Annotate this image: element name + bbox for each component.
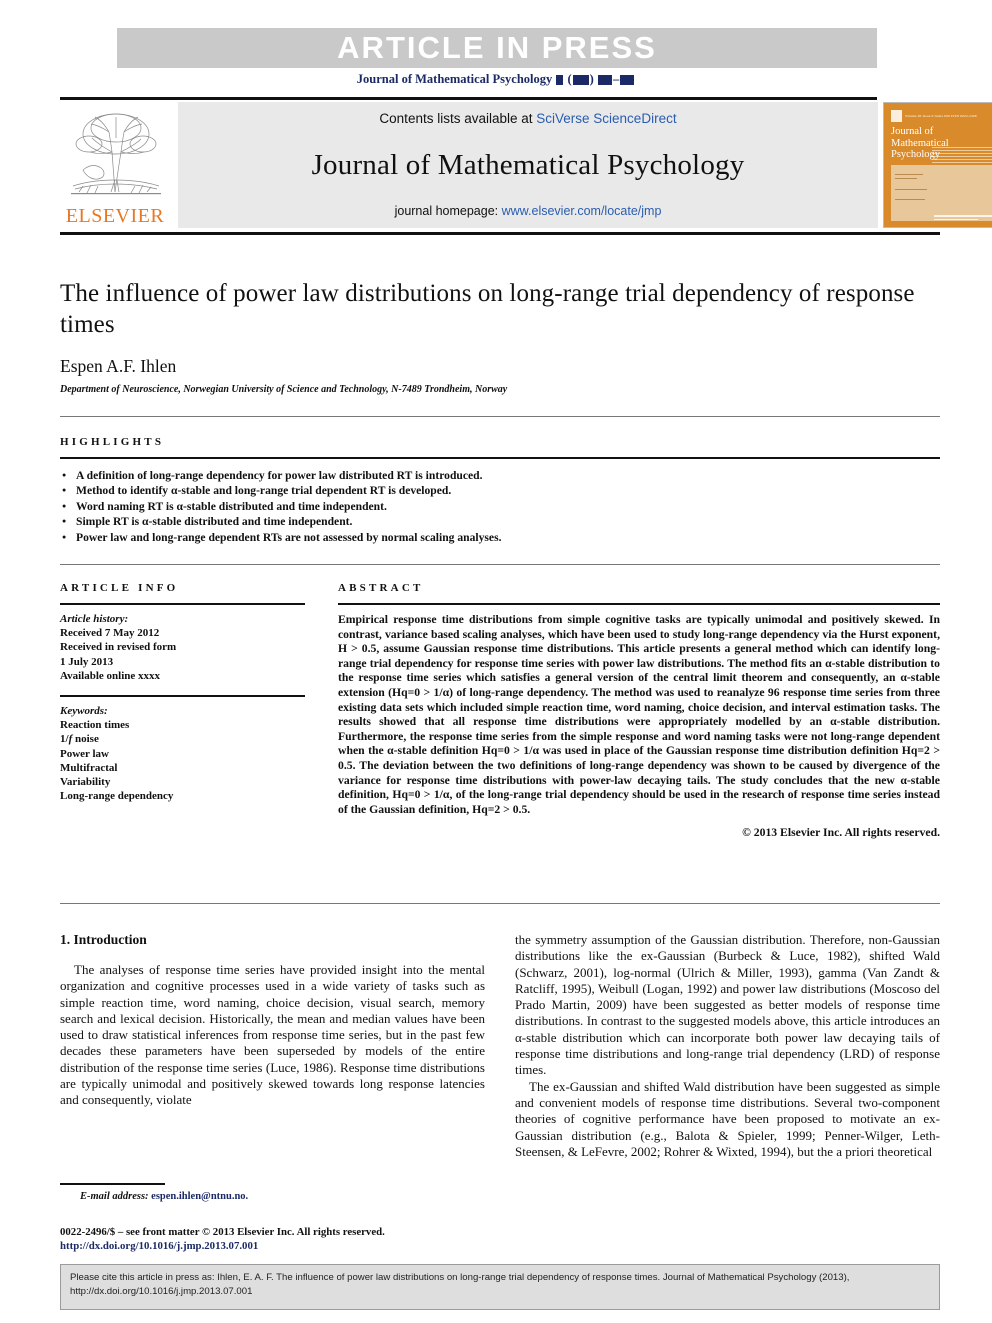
list-item: A definition of long-range dependency fo… (60, 468, 940, 484)
section-heading-introduction: 1. Introduction (60, 932, 147, 947)
list-item: Simple RT is α-stable distributed and ti… (60, 514, 940, 530)
author-affiliation: Department of Neuroscience, Norwegian Un… (60, 384, 508, 395)
abstract-copyright: © 2013 Elsevier Inc. All rights reserved… (742, 826, 940, 840)
cover-footer-lines (934, 215, 992, 222)
contents-prefix: Contents lists available at (379, 111, 537, 126)
keyword-item: Reaction times (60, 719, 130, 732)
abstract-text: Empirical response time distributions fr… (338, 613, 940, 816)
highlights-list: A definition of long-range dependency fo… (60, 468, 940, 545)
page-title: The influence of power law distributions… (60, 280, 915, 338)
masthead-top-rule (60, 97, 877, 100)
history-item: Available online xxxx (60, 669, 161, 682)
keyword-item: 1/f noise (60, 733, 99, 746)
article-in-press-banner: ARTICLE IN PRESS (117, 28, 877, 68)
issn-line: 0022-2496/$ – see front matter © 2013 El… (60, 1226, 385, 1238)
body-column-left: 1. Introduction The analyses of response… (60, 932, 485, 1109)
contents-available-line: Contents lists available at SciVerse Sci… (379, 111, 676, 126)
body-column-right: the symmetry assumption of the Gaussian … (515, 932, 940, 1160)
list-item: Method to identify α-stable and long-ran… (60, 483, 940, 499)
cover-elsevier-icon (891, 109, 902, 122)
paper-page: ARTICLE IN PRESS Journal of Mathematical… (0, 0, 992, 1323)
homepage-prefix: journal homepage: (394, 204, 502, 218)
journal-title: Journal of Mathematical Psychology (311, 148, 745, 181)
article-in-press-label: ARTICLE IN PRESS (337, 30, 657, 65)
intro-paragraph-left: The analyses of response time series hav… (60, 962, 485, 1108)
keywords-block: Keywords: Reaction times 1/f noise Power… (60, 704, 305, 803)
footnote-block: E-mail address: espen.ihlen@ntnu.no. (60, 1183, 485, 1202)
list-item: Power law and long-range dependent RTs a… (60, 530, 940, 546)
masthead-bottom-rule (60, 232, 940, 235)
body-columns: 1. Introduction The analyses of response… (60, 932, 940, 1160)
highlights-rule (60, 457, 940, 459)
journal-cover-thumbnail: Volume 00 Issue 0 Index 000 ISSN 0022-24… (883, 102, 992, 228)
footnote-rule (60, 1183, 165, 1185)
keyword-item: Long-range dependency (60, 790, 174, 803)
issn-block: 0022-2496/$ – see front matter © 2013 El… (60, 1226, 520, 1253)
contents-box: Contents lists available at SciVerse Sci… (178, 102, 878, 228)
running-head-journal: Journal of Mathematical Psychology (356, 72, 553, 86)
cover-top-bar: Volume 00 Issue 0 Index 000 ISSN 0022-24… (891, 109, 992, 122)
doi-link[interactable]: http://dx.doi.org/10.1016/j.jmp.2013.07.… (60, 1240, 258, 1252)
email-link[interactable]: espen.ihlen@ntnu.no. (151, 1191, 248, 1202)
running-head: Journal of Mathematical Psychology () – (0, 72, 992, 87)
divider-above-highlights (60, 416, 940, 417)
keywords-rule (60, 695, 305, 698)
keyword-item: Variability (60, 776, 111, 789)
author-name: Espen A.F. Ihlen (60, 356, 177, 376)
history-item: Received in revised form (60, 641, 177, 654)
masthead: ELSEVIER Contents lists available at Sci… (60, 102, 992, 228)
cite-text: Please cite this article in press as: Ih… (70, 1272, 850, 1297)
highlights-heading: HIGHLIGHTS (60, 436, 165, 448)
article-history-label: Article history: (60, 613, 129, 625)
article-history-block: Article history: Received 7 May 2012 Rec… (60, 612, 305, 683)
elsevier-logo: ELSEVIER (60, 102, 170, 228)
cover-contents-panel (891, 164, 992, 221)
abstract-rule (338, 603, 940, 605)
abstract-heading: ABSTRACT (338, 582, 424, 594)
footnote-email-line: E-mail address: espen.ihlen@ntnu.no. (60, 1191, 485, 1202)
keyword-item: Power law (60, 747, 109, 760)
sciencedirect-link[interactable]: SciVerse ScienceDirect (536, 111, 676, 126)
intro-paragraph-right-2: The ex-Gaussian and shifted Wald distrib… (515, 1078, 940, 1159)
abstract-section: ABSTRACT Empirical response time distrib… (338, 582, 940, 839)
divider-above-abstract (60, 564, 940, 565)
cover-panel-lines (932, 147, 992, 165)
cite-this-article-box: Please cite this article in press as: Ih… (60, 1264, 940, 1310)
journal-homepage-line: journal homepage: www.elsevier.com/locat… (395, 204, 662, 218)
cover-title-line1: Journal of (891, 126, 934, 137)
issue-placeholder-1: () – (555, 72, 635, 86)
highlights-section: HIGHLIGHTS A definition of long-range de… (60, 436, 940, 545)
article-info-heading: ARTICLE INFO (60, 582, 179, 594)
article-info-section: ARTICLE INFO Article history: Received 7… (60, 582, 305, 803)
history-item: 1 July 2013 (60, 655, 114, 668)
elsevier-tree-icon (71, 113, 161, 195)
cover-issue-line: Volume 00 Issue 0 Index 000 ISSN 0022-24… (905, 113, 977, 118)
article-info-rule (60, 603, 305, 605)
journal-homepage-link[interactable]: www.elsevier.com/locate/jmp (502, 204, 662, 218)
history-item: Received 7 May 2012 (60, 627, 160, 640)
elsevier-wordmark: ELSEVIER (65, 205, 165, 227)
keywords-label: Keywords: (60, 705, 108, 718)
intro-paragraph-right-1: the symmetry assumption of the Gaussian … (515, 932, 940, 1078)
email-label: E-mail address: (80, 1190, 149, 1202)
title-block: The influence of power law distributions… (60, 278, 940, 395)
keyword-item: Multifractal (60, 761, 118, 774)
list-item: Word naming RT is α-stable distributed a… (60, 499, 940, 515)
divider-above-body (60, 903, 940, 904)
